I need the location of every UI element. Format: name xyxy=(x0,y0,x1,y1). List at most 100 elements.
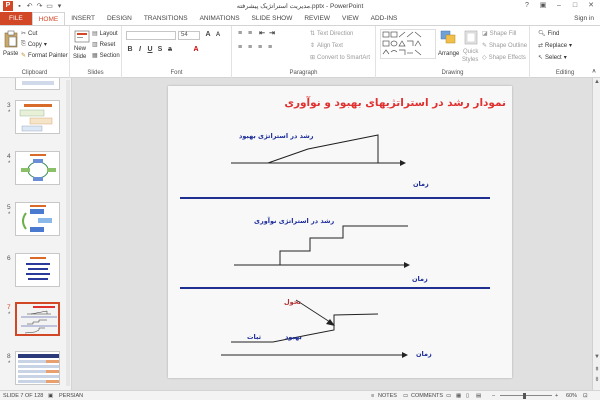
align-text-button[interactable]: ⇕ Align Text xyxy=(310,42,343,50)
slide-thumbnail-4[interactable] xyxy=(15,151,60,185)
customize-qat-icon[interactable]: ▾ xyxy=(56,3,63,10)
underline-icon[interactable]: U xyxy=(146,46,154,54)
slide-thumbnail-7[interactable] xyxy=(15,302,60,336)
shapes-gallery[interactable] xyxy=(380,29,436,59)
shrink-font-icon[interactable]: A xyxy=(214,31,222,39)
text-direction-button[interactable]: ⇅ Text Direction xyxy=(310,30,353,38)
tab-file[interactable]: FILE xyxy=(0,12,32,25)
tab-transitions[interactable]: TRANSITIONS xyxy=(138,12,194,25)
paste-button[interactable]: Paste xyxy=(3,51,18,57)
arrange-icon[interactable] xyxy=(440,30,458,46)
redo-icon[interactable]: ↷ xyxy=(36,3,43,10)
paste-icon[interactable] xyxy=(4,30,18,48)
shape-effects-button[interactable]: ◇ Shape Effects xyxy=(482,54,526,62)
sign-in-link[interactable]: Sign in xyxy=(574,15,594,22)
slideshow-view-icon[interactable]: ▤ xyxy=(476,393,481,399)
scroll-up-icon[interactable]: ▲ xyxy=(594,79,600,85)
font-name-combo[interactable] xyxy=(126,31,176,40)
language-indicator[interactable]: PERSIAN xyxy=(59,393,83,399)
strikethrough-icon[interactable]: a xyxy=(166,46,174,54)
slide-thumbnail-2[interactable] xyxy=(15,78,60,90)
zoom-slider[interactable] xyxy=(500,395,552,396)
quick-styles-icon[interactable] xyxy=(464,30,478,46)
improvement-time-label[interactable]: زمان xyxy=(413,180,429,188)
cut-button[interactable]: ✂ Cut xyxy=(21,30,37,38)
slide-thumbnail-6[interactable] xyxy=(15,253,60,287)
align-center-icon[interactable]: ≡ xyxy=(246,44,254,52)
undo-icon[interactable]: ↶ xyxy=(26,3,33,10)
find-button[interactable]: 🔍︎ Find xyxy=(538,30,559,38)
transform-label[interactable]: تحول xyxy=(284,298,301,306)
arrange-button[interactable]: Arrange xyxy=(438,51,459,57)
decrease-indent-icon[interactable]: ⇤ xyxy=(258,30,266,38)
align-left-icon[interactable]: ≡ xyxy=(236,44,244,52)
bullets-icon[interactable]: ≡ xyxy=(236,30,244,38)
stability-label[interactable]: ثبات xyxy=(247,333,261,341)
replace-button[interactable]: ⇄ Replace ▾ xyxy=(538,42,572,50)
tab-animations[interactable]: ANIMATIONS xyxy=(194,12,246,25)
font-size-combo[interactable]: 54 xyxy=(178,31,200,40)
previous-slide-icon[interactable]: ⇞ xyxy=(594,366,600,373)
reading-view-icon[interactable]: ▯ xyxy=(466,393,469,399)
tab-home[interactable]: HOME xyxy=(31,12,66,25)
zoom-out-icon[interactable]: – xyxy=(492,393,495,399)
notes-button[interactable]: NOTES xyxy=(378,393,397,399)
slide-canvas[interactable]: نمودار رشد در استراتژیهای بهبود و نوآوری… xyxy=(168,86,512,378)
close-button[interactable]: ✕ xyxy=(584,1,598,11)
save-icon[interactable]: ▪ xyxy=(16,3,23,10)
new-slide-icon[interactable] xyxy=(74,30,90,44)
fit-to-window-icon[interactable]: ⊡ xyxy=(583,393,588,399)
collapse-ribbon-icon[interactable]: ˄ xyxy=(590,68,598,76)
slide-sorter-icon[interactable]: ▦ xyxy=(456,393,461,399)
slide-thumbnail-3[interactable] xyxy=(15,100,60,134)
maximize-button[interactable]: □ xyxy=(568,1,582,11)
improvement-growth-label[interactable]: رشد در استراتژی بهبود xyxy=(239,132,314,140)
normal-view-icon[interactable]: ▭ xyxy=(446,393,451,399)
layout-button[interactable]: ▤ Layout xyxy=(92,30,118,38)
new-slide-button[interactable]: New xyxy=(74,46,86,52)
innovation-growth-label[interactable]: رشد در استراتژی نوآوری xyxy=(254,217,334,225)
tab-review[interactable]: REVIEW xyxy=(298,12,336,25)
align-right-icon[interactable]: ≡ xyxy=(256,44,264,52)
convert-smartart-button[interactable]: ⊞ Convert to SmartArt xyxy=(310,54,370,62)
thumbnails-scrollbar[interactable] xyxy=(66,80,70,386)
start-slideshow-icon[interactable]: ▭ xyxy=(46,3,53,10)
innovation-step-curve[interactable] xyxy=(279,225,408,265)
new-slide-button-line2[interactable]: Slide xyxy=(73,54,86,60)
editor-vertical-scrollbar[interactable]: ▲ ▼ ⇞ ⇟ xyxy=(592,78,600,390)
tab-add-ins[interactable]: ADD-INS xyxy=(365,12,404,25)
transformation-time-label[interactable]: زمان xyxy=(416,350,432,358)
tab-design[interactable]: DESIGN xyxy=(101,12,138,25)
font-color-icon[interactable]: A xyxy=(192,46,200,54)
slide-thumbnail-5[interactable] xyxy=(15,202,60,236)
bold-icon[interactable]: B xyxy=(126,46,134,54)
section-button[interactable]: ▦ Section xyxy=(92,52,120,60)
quick-styles-button-line2[interactable]: Styles xyxy=(462,57,478,63)
italic-icon[interactable]: I xyxy=(136,46,144,54)
grow-font-icon[interactable]: A xyxy=(204,31,212,39)
select-button[interactable]: ↖ Select ▾ xyxy=(538,54,567,62)
tab-view[interactable]: VIEW xyxy=(336,12,365,25)
tab-slide-show[interactable]: SLIDE SHOW xyxy=(246,12,299,25)
zoom-in-icon[interactable]: + xyxy=(555,393,558,399)
scroll-down-icon[interactable]: ▼ xyxy=(594,354,600,360)
quick-styles-button[interactable]: Quick xyxy=(463,49,478,55)
shape-fill-button[interactable]: ◪ Shape Fill xyxy=(482,30,516,38)
numbering-icon[interactable]: ≡ xyxy=(246,30,254,38)
justify-icon[interactable]: ≡ xyxy=(266,44,274,52)
ribbon-display-icon[interactable]: ▣ xyxy=(536,1,550,11)
zoom-slider-thumb[interactable] xyxy=(523,393,526,399)
zoom-level[interactable]: 60% xyxy=(566,393,577,399)
copy-button[interactable]: ⎘ Copy ▾ xyxy=(21,41,47,48)
reset-button[interactable]: ▥ Reset xyxy=(92,41,115,49)
proofing-icon[interactable]: ▣ xyxy=(48,393,53,399)
next-slide-icon[interactable]: ⇟ xyxy=(594,376,600,383)
shape-outline-button[interactable]: ✎ Shape Outline xyxy=(482,42,527,50)
format-painter-button[interactable]: ✎ Format Painter xyxy=(21,52,68,60)
help-icon[interactable]: ? xyxy=(520,1,534,11)
tab-insert[interactable]: INSERT xyxy=(65,12,101,25)
slide-thumbnail-8[interactable] xyxy=(15,351,60,385)
innovation-time-label[interactable]: زمان xyxy=(412,275,428,283)
improve-label[interactable]: بهبود xyxy=(285,333,302,341)
increase-indent-icon[interactable]: ⇥ xyxy=(268,30,276,38)
